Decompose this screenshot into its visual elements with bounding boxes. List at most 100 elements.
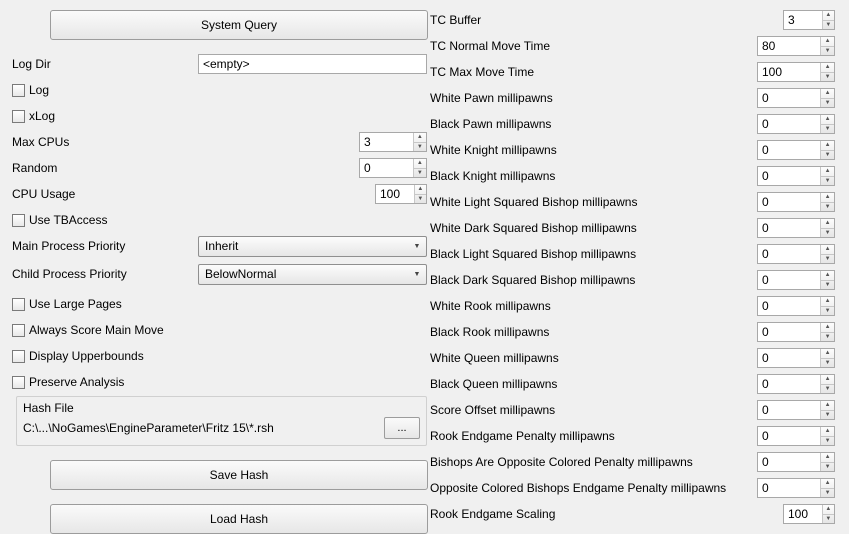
spin-up-icon[interactable]: ▲ — [821, 63, 834, 73]
param-spinner[interactable]: ▲▼ — [757, 36, 835, 56]
spin-down-icon[interactable]: ▼ — [821, 281, 834, 290]
param-input[interactable] — [758, 193, 820, 211]
param-spinner[interactable]: ▲▼ — [757, 426, 835, 446]
param-spinner[interactable]: ▲▼ — [757, 62, 835, 82]
spin-down-icon[interactable]: ▼ — [821, 411, 834, 420]
spin-up-icon[interactable]: ▲ — [415, 185, 426, 195]
spin-down-icon[interactable]: ▼ — [821, 151, 834, 160]
system-query-button[interactable]: System Query — [50, 10, 428, 40]
spin-down-icon[interactable]: ▼ — [821, 489, 834, 498]
spin-up-icon[interactable]: ▲ — [821, 401, 834, 411]
param-spinner[interactable]: ▲▼ — [757, 270, 835, 290]
spin-down-icon[interactable]: ▼ — [823, 515, 834, 524]
param-input[interactable] — [758, 375, 820, 393]
param-input[interactable] — [758, 401, 820, 419]
spin-up-icon[interactable]: ▲ — [821, 453, 834, 463]
spin-up-icon[interactable]: ▲ — [821, 141, 834, 151]
param-spinner[interactable]: ▲▼ — [757, 192, 835, 212]
param-spinner[interactable]: ▲▼ — [757, 400, 835, 420]
param-input[interactable] — [758, 323, 820, 341]
param-input[interactable] — [758, 349, 820, 367]
spin-down-icon[interactable]: ▼ — [821, 47, 834, 56]
load-hash-button[interactable]: Load Hash — [50, 504, 428, 534]
spin-up-icon[interactable]: ▲ — [821, 323, 834, 333]
spin-down-icon[interactable]: ▼ — [821, 99, 834, 108]
spin-down-icon[interactable]: ▼ — [821, 385, 834, 394]
param-spinner[interactable]: ▲▼ — [757, 322, 835, 342]
param-input[interactable] — [784, 11, 822, 29]
param-spinner[interactable]: ▲▼ — [757, 452, 835, 472]
param-spinner[interactable]: ▲▼ — [757, 166, 835, 186]
param-spinner[interactable]: ▲▼ — [757, 218, 835, 238]
param-input[interactable] — [758, 167, 820, 185]
spin-up-icon[interactable]: ▲ — [414, 133, 426, 143]
param-input[interactable] — [758, 141, 820, 159]
always-score-checkbox[interactable] — [12, 324, 25, 337]
param-input[interactable] — [758, 271, 820, 289]
param-input[interactable] — [758, 427, 820, 445]
param-spinner[interactable]: ▲▼ — [783, 504, 835, 524]
spin-down-icon[interactable]: ▼ — [821, 229, 834, 238]
param-spinner[interactable]: ▲▼ — [757, 374, 835, 394]
use-tbaccess-checkbox[interactable] — [12, 214, 25, 227]
spin-up-icon[interactable]: ▲ — [821, 219, 834, 229]
xlog-checkbox[interactable] — [12, 110, 25, 123]
param-spinner[interactable]: ▲▼ — [757, 478, 835, 498]
spin-down-icon[interactable]: ▼ — [821, 359, 834, 368]
param-input[interactable] — [758, 479, 820, 497]
random-spinner[interactable]: ▲ ▼ — [359, 158, 427, 178]
max-cpus-spinner[interactable]: ▲ ▼ — [359, 132, 427, 152]
param-spinner[interactable]: ▲▼ — [757, 88, 835, 108]
spin-down-icon[interactable]: ▼ — [415, 195, 426, 204]
save-hash-button[interactable]: Save Hash — [50, 460, 428, 490]
spin-down-icon[interactable]: ▼ — [821, 333, 834, 342]
spin-down-icon[interactable]: ▼ — [823, 21, 834, 30]
spin-down-icon[interactable]: ▼ — [821, 177, 834, 186]
spin-up-icon[interactable]: ▲ — [821, 167, 834, 177]
param-spinner[interactable]: ▲▼ — [757, 140, 835, 160]
param-input[interactable] — [758, 115, 820, 133]
max-cpus-input[interactable] — [360, 133, 413, 151]
param-input[interactable] — [758, 37, 820, 55]
cpu-usage-spinner[interactable]: ▲ ▼ — [375, 184, 427, 204]
log-checkbox[interactable] — [12, 84, 25, 97]
param-input[interactable] — [758, 219, 820, 237]
spin-down-icon[interactable]: ▼ — [414, 169, 426, 178]
spin-up-icon[interactable]: ▲ — [821, 349, 834, 359]
param-input[interactable] — [758, 63, 820, 81]
param-input[interactable] — [758, 297, 820, 315]
random-input[interactable] — [360, 159, 413, 177]
spin-up-icon[interactable]: ▲ — [821, 115, 834, 125]
display-upperbounds-checkbox[interactable] — [12, 350, 25, 363]
use-large-pages-checkbox[interactable] — [12, 298, 25, 311]
spin-up-icon[interactable]: ▲ — [821, 375, 834, 385]
spin-up-icon[interactable]: ▲ — [414, 159, 426, 169]
spin-up-icon[interactable]: ▲ — [821, 479, 834, 489]
spin-up-icon[interactable]: ▲ — [821, 89, 834, 99]
param-spinner[interactable]: ▲▼ — [757, 114, 835, 134]
cpu-usage-input[interactable] — [376, 185, 414, 203]
spin-up-icon[interactable]: ▲ — [821, 271, 834, 281]
spin-up-icon[interactable]: ▲ — [821, 427, 834, 437]
spin-down-icon[interactable]: ▼ — [821, 73, 834, 82]
spin-down-icon[interactable]: ▼ — [821, 255, 834, 264]
preserve-analysis-checkbox[interactable] — [12, 376, 25, 389]
child-prio-select[interactable]: BelowNormal ▼ — [198, 264, 427, 285]
spin-up-icon[interactable]: ▲ — [821, 37, 834, 47]
param-spinner[interactable]: ▲▼ — [783, 10, 835, 30]
spin-up-icon[interactable]: ▲ — [821, 297, 834, 307]
spin-down-icon[interactable]: ▼ — [821, 307, 834, 316]
spin-down-icon[interactable]: ▼ — [821, 125, 834, 134]
param-spinner[interactable]: ▲▼ — [757, 244, 835, 264]
spin-up-icon[interactable]: ▲ — [821, 245, 834, 255]
param-input[interactable] — [758, 245, 820, 263]
spin-down-icon[interactable]: ▼ — [821, 463, 834, 472]
param-input[interactable] — [784, 505, 822, 523]
param-input[interactable] — [758, 453, 820, 471]
main-prio-select[interactable]: Inherit ▼ — [198, 236, 427, 257]
spin-down-icon[interactable]: ▼ — [821, 437, 834, 446]
hash-file-browse-button[interactable]: ... — [384, 417, 420, 439]
spin-up-icon[interactable]: ▲ — [821, 193, 834, 203]
param-input[interactable] — [758, 89, 820, 107]
spin-up-icon[interactable]: ▲ — [823, 11, 834, 21]
